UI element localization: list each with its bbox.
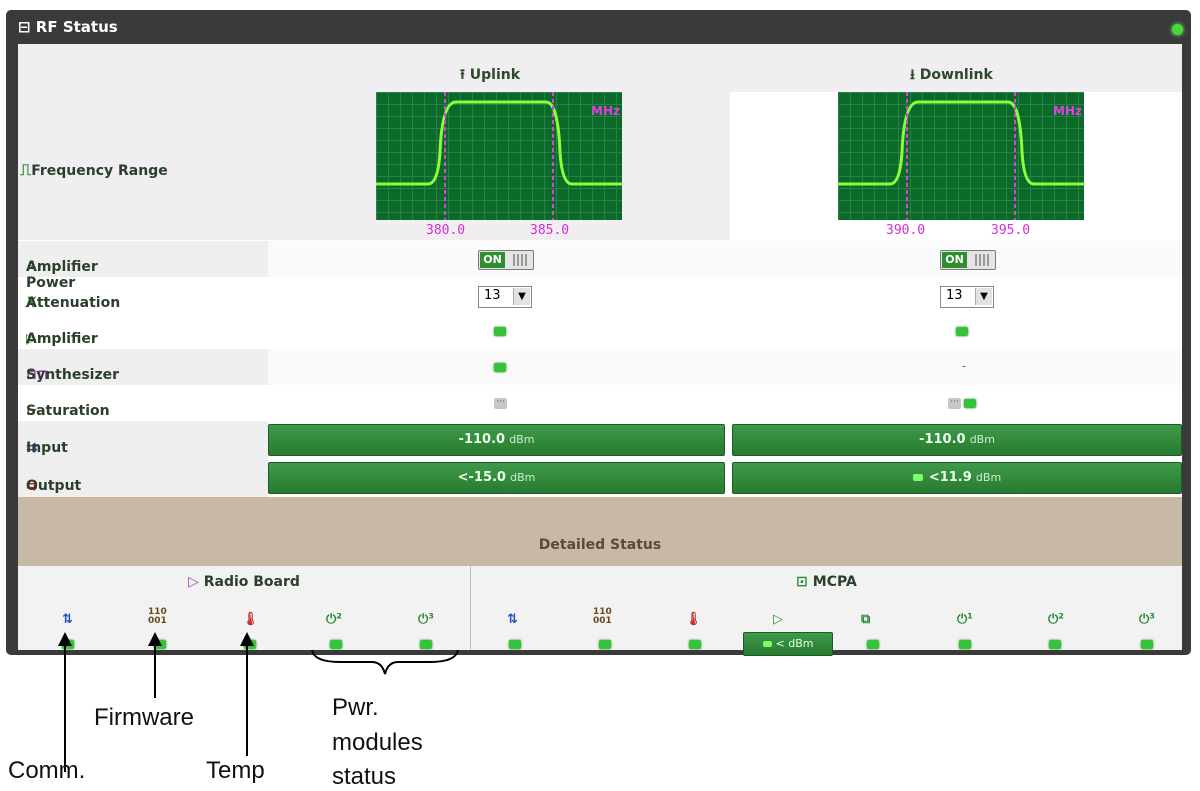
- power-module-3-icon: ⏻³: [418, 612, 434, 627]
- firmware-pointer-line: [154, 640, 156, 698]
- comm-annotation: Comm.: [8, 757, 86, 784]
- uplink-header: ⭱ Uplink: [460, 64, 520, 88]
- synthesizer-label: Synthesizer: [26, 367, 120, 383]
- mcpa-power-meter: < dBm: [743, 632, 833, 656]
- row-saturation: ⌐ Saturation: [18, 385, 1182, 421]
- mcpa-icon: ⊡: [796, 574, 808, 590]
- downlink-high-freq: 395.0: [991, 223, 1031, 238]
- uplink-amplifier-led: [494, 327, 506, 336]
- comm-pointer-line: [64, 640, 66, 772]
- downlink-filter-curve: [838, 92, 1084, 220]
- downlink-header: ⭳ Downlink: [910, 64, 993, 88]
- mcpa-pwr-module-2-led: [1049, 640, 1061, 649]
- uplink-label: Uplink: [469, 67, 521, 83]
- downlink-amplifier-led: [956, 327, 968, 336]
- chevron-down-icon: ▼: [513, 288, 530, 305]
- uplink-filter-curve: [376, 92, 622, 220]
- mcpa-power-module-2-icon: ⏻²: [1048, 612, 1064, 627]
- panel-body: ⭱ Uplink ⭳ Downlink ⎍Frequency Range MHz…: [18, 44, 1182, 656]
- frequency-section: ⭱ Uplink ⭳ Downlink ⎍Frequency Range MHz…: [18, 44, 1182, 240]
- downlink-label: Downlink: [919, 67, 993, 83]
- uplink-synth-led: [494, 363, 506, 372]
- row-attenuation: 𝘟 Attenuation: [18, 277, 1182, 313]
- power-module-2-icon: ⏻²: [326, 612, 342, 627]
- downlink-scope[interactable]: MHz: [838, 92, 1084, 220]
- downlink-saturation-led: [964, 399, 976, 408]
- downlink-mhz-label: MHz: [1053, 104, 1082, 118]
- pwr-modules-brace: [311, 649, 459, 675]
- downlink-power-toggle[interactable]: ON: [940, 250, 996, 270]
- uplink-power-toggle[interactable]: ON: [478, 250, 534, 270]
- mcpa-power-module-1-icon: ⏻¹: [957, 612, 973, 627]
- mcpa-filter-icon: ⧉: [861, 612, 871, 627]
- downlink-low-freq: 390.0: [886, 223, 926, 238]
- frequency-range-label: ⎍Frequency Range: [20, 160, 168, 179]
- rf-status-panel: ⊟ RF Status ⭱ Uplink ⭳ Downlink ⎍Frequen…: [6, 10, 1191, 656]
- mcpa-pwr-module-3-led: [1141, 640, 1153, 649]
- amplifier-label: Amplifier: [26, 331, 98, 347]
- mcpa-pwr-module-1-led: [959, 640, 971, 649]
- mcpa-firmware-led: [599, 640, 611, 649]
- mcpa-temperature-icon: 🌡: [685, 612, 702, 627]
- radio-triangle-icon: ▷: [188, 574, 199, 590]
- temp-annotation: Temp: [206, 757, 265, 784]
- firmware-arrowhead-icon: [148, 632, 162, 646]
- pulse-icon: ⎍: [20, 160, 32, 179]
- downlink-attenuation-select[interactable]: 13 ▼: [940, 286, 994, 308]
- pwr-annotation: Pwr.: [332, 694, 379, 721]
- comm-icon: ⇅: [62, 612, 73, 627]
- uplink-input-meter: -110.0 dBm: [268, 424, 725, 456]
- downlink-synth-value: -: [962, 359, 967, 373]
- uplink-attenuation-select[interactable]: 13 ▼: [478, 286, 532, 308]
- mcpa-header: ⊡ MCPA: [796, 574, 857, 590]
- panel-title-text: RF Status: [35, 18, 118, 36]
- uplink-scope[interactable]: MHz: [376, 92, 622, 220]
- mcpa-firmware-icon: 110 001: [593, 607, 612, 626]
- uplink-saturation-indicator: ···: [494, 398, 507, 409]
- downlink-saturation-indicator: ···: [948, 398, 961, 409]
- uplink-arrow-icon: ⭱: [460, 67, 465, 83]
- downlink-output-meter: <11.9 dBm: [732, 462, 1182, 494]
- uplink-mhz-label: MHz: [591, 104, 620, 118]
- detailed-status-header: Detailed Status: [18, 524, 1182, 566]
- saturation-label: Saturation: [26, 403, 110, 419]
- attenuation-label: Attenuation: [26, 295, 121, 311]
- mcpa-comm-led: [509, 640, 521, 649]
- mcpa-comm-icon: ⇅: [507, 612, 518, 627]
- radio-board-header: ▷ Radio Board: [188, 574, 300, 590]
- comm-arrowhead-icon: [58, 632, 72, 646]
- mcpa-section: ⊡ MCPA ⇅ 110 001 🌡 ▷ ⧉ ⏻¹ ⏻² ⏻³ < dBm: [471, 566, 1182, 656]
- mcpa-temp-led: [689, 640, 701, 649]
- row-amplifier: ▷ Amplifier: [18, 313, 1182, 349]
- uplink-output-meter: <-15.0 dBm: [268, 462, 725, 494]
- temp-arrowhead-icon: [240, 632, 254, 646]
- modules-annotation: modules: [332, 729, 423, 756]
- input-label: Input: [26, 440, 68, 456]
- uplink-low-freq: 380.0: [426, 223, 466, 238]
- output-label: Output: [26, 478, 82, 494]
- downlink-arrow-icon: ⭳: [910, 67, 915, 83]
- mcpa-power-module-3-icon: ⏻³: [1139, 612, 1155, 627]
- temp-pointer-line: [246, 640, 248, 756]
- uplink-high-freq: 385.0: [530, 223, 570, 238]
- status-led-icon: [1172, 24, 1183, 35]
- downlink-input-meter: -110.0 dBm: [732, 424, 1182, 456]
- temperature-icon: 🌡: [242, 612, 259, 627]
- firmware-icon: 110 001: [148, 607, 167, 626]
- row-synthesizer: ⊓⊓ Synthesizer: [18, 349, 1182, 385]
- mcpa-amplifier-icon: ▷: [773, 612, 783, 627]
- mcpa-filter-led: [867, 640, 879, 649]
- mcpa-meter-led-icon: [762, 641, 772, 647]
- output-led-icon: [912, 474, 923, 481]
- row-amplifier-power: ⚡ Amplifier Power: [18, 241, 1182, 291]
- panel-title[interactable]: ⊟ RF Status: [18, 18, 118, 36]
- section-spacer: [18, 497, 1182, 524]
- chevron-down-icon: ▼: [975, 288, 992, 305]
- panel-titlebar: ⊟ RF Status: [6, 10, 1191, 44]
- firmware-annotation: Firmware: [94, 704, 194, 731]
